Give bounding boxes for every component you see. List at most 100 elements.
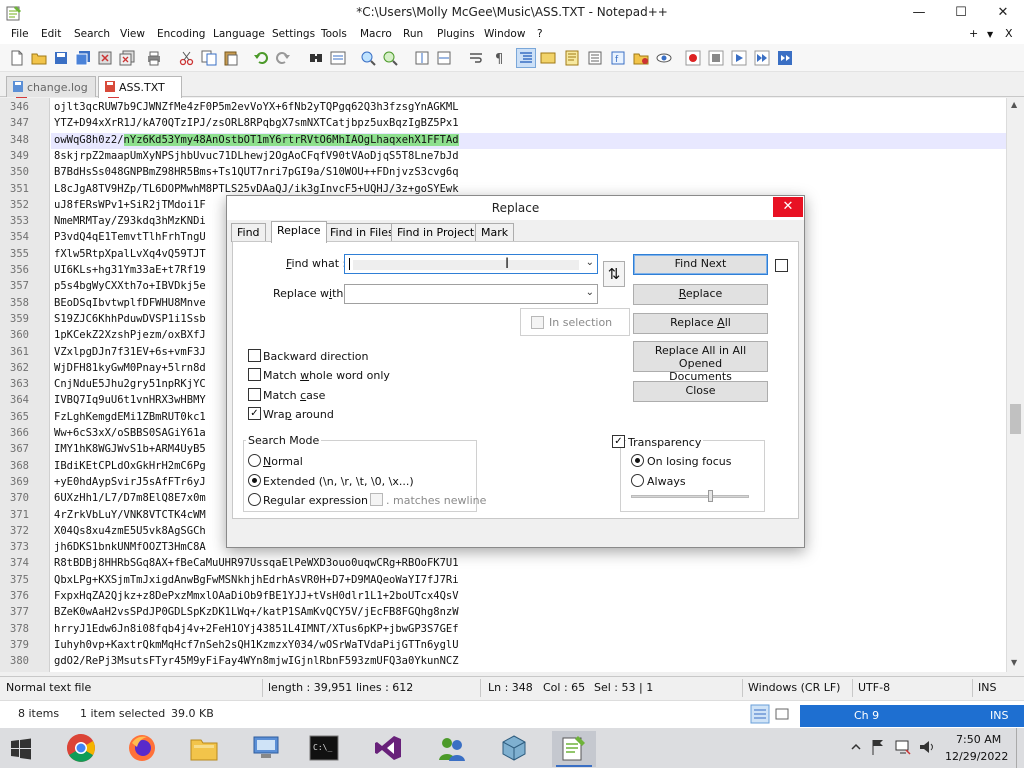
code-line[interactable]: Iuhyh0vp+KaxtrQkmMqHcf7nSeh2sQH1KzmzxY03…	[54, 639, 459, 651]
stop-macro-icon[interactable]	[707, 49, 725, 67]
code-line[interactable]: FxpxHqZA2Qjkz+z8DePxzMmxlOAaDiOb9fBE1YJJ…	[54, 590, 459, 602]
code-line[interactable]: 6UXzHh1/L7/D7m8ElQ8E7x0m	[54, 492, 206, 504]
word-wrap-icon[interactable]	[467, 49, 485, 67]
match-whole-word-label[interactable]: Match whole word only	[263, 369, 390, 382]
doc-list-icon[interactable]	[586, 49, 604, 67]
on-losing-focus-radio[interactable]	[631, 454, 644, 467]
find-replace-icon[interactable]	[329, 49, 347, 67]
code-line[interactable]: IVBQ7Iq9uU6t1vnHRX3wHBMY	[54, 394, 206, 406]
file-explorer-taskbar-icon[interactable]	[182, 731, 226, 767]
code-line[interactable]: BZeK0wAaH2vsSPdJP0GDLSpKzDK1LWq+/katP1SA…	[54, 606, 459, 618]
code-line[interactable]: owWqG8h0z2/nYz6Kd53Ymy48AnOstbOT1mY6rtrR…	[54, 133, 459, 146]
dropdown-arrow-icon[interactable]: ⌄	[586, 257, 594, 268]
notepadpp-taskbar-icon[interactable]	[552, 731, 596, 767]
match-case-label[interactable]: Match case	[263, 389, 325, 402]
code-line[interactable]: FzLghKemgdEMi1ZBmRUT0kc1	[54, 411, 206, 423]
transparency-slider-track[interactable]	[631, 495, 749, 498]
redo-icon[interactable]	[274, 49, 292, 67]
menu-plus-button[interactable]: +	[969, 27, 978, 40]
find-what-combo[interactable]: I ⌄	[344, 254, 598, 274]
code-line[interactable]: QbxLPg+KXSjmTmJxigdAnwBgFwMSNkhjhEdrhAsV…	[54, 574, 459, 586]
maximize-button[interactable]: ☐	[940, 0, 982, 26]
chrome-taskbar-icon[interactable]	[58, 731, 102, 767]
replace-all-button[interactable]: Replace All	[633, 313, 768, 334]
menu-list-button[interactable]: ▼	[987, 30, 993, 39]
monitoring-icon[interactable]	[655, 49, 673, 67]
tab-mark[interactable]: Mark	[475, 223, 515, 242]
transparency-checkbox[interactable]: ✓	[612, 435, 625, 448]
windows-start-icon[interactable]	[10, 738, 32, 760]
scroll-up-icon[interactable]: ▲	[1011, 100, 1017, 109]
match-case-checkbox[interactable]	[248, 388, 261, 401]
command-prompt-taskbar-icon[interactable]: C:\_	[302, 731, 346, 767]
dialog-close-button[interactable]: ✕	[773, 197, 803, 217]
code-line[interactable]: IBdiKEtCPLdOxGkHrH2mC6Pg	[54, 460, 206, 472]
show-all-chars-icon[interactable]: ¶	[490, 49, 508, 67]
menu-run[interactable]: Run	[403, 28, 423, 40]
normal-label[interactable]: Normal	[263, 455, 303, 468]
wrap-around-label[interactable]: Wrap around	[263, 408, 334, 421]
scroll-down-icon[interactable]: ▼	[1011, 658, 1017, 667]
code-line[interactable]: R8tBDBj8HHRbSGq8AX+fBeCaMuUHR97UssqaElPe…	[54, 557, 459, 569]
transparency-slider-thumb[interactable]	[708, 490, 714, 502]
menu-search[interactable]: Search	[74, 28, 110, 40]
save-macro-icon[interactable]	[776, 49, 794, 67]
clock-date[interactable]: 12/29/2022	[945, 750, 1008, 763]
regex-radio[interactable]	[248, 493, 261, 506]
code-line[interactable]: 1pKCekZ2XzshPjezm/oxBXfJ	[54, 329, 206, 341]
show-desktop-button[interactable]	[1016, 728, 1024, 768]
details-view-icon[interactable]	[750, 704, 770, 724]
code-line[interactable]: IMY1hK8WGJWvS1b+ARM4UyB5	[54, 443, 206, 455]
code-line[interactable]: fXlw5RtpXpalLvXq4vQ59TJT	[54, 248, 206, 260]
tab-find[interactable]: Find	[231, 223, 266, 242]
code-line[interactable]: uJ8fERsWPv1+SiR2jTMdoi1F	[54, 199, 206, 211]
replace-with-combo[interactable]: ⌄	[344, 284, 598, 304]
cut-icon[interactable]	[178, 49, 196, 67]
code-line[interactable]: fFcyoY+zdterHpBcv3Wb7raCpKHmasdmHCZOpNB8…	[54, 672, 459, 673]
paste-icon[interactable]	[222, 49, 240, 67]
menu-close-doc-button[interactable]: X	[1005, 27, 1013, 40]
menu-edit[interactable]: Edit	[41, 28, 61, 40]
code-line[interactable]: 4rZrkVbLuY/VNK8VTCTK4cWM	[54, 509, 206, 521]
menu-macro[interactable]: Macro	[360, 28, 392, 40]
close-button[interactable]: Close	[633, 381, 768, 402]
find-next-button[interactable]: Find Next	[633, 254, 768, 275]
tab-replace[interactable]: Replace	[271, 221, 327, 243]
folder-workspace-icon[interactable]	[632, 49, 650, 67]
scrollbar-thumb[interactable]	[1010, 404, 1021, 434]
remote-desktop-taskbar-icon[interactable]	[244, 731, 288, 767]
save-all-icon[interactable]	[74, 49, 92, 67]
close-all-icon[interactable]	[118, 49, 136, 67]
doc-map-icon[interactable]	[563, 49, 581, 67]
indent-guide-icon[interactable]	[516, 48, 536, 68]
function-list-icon[interactable]: f	[609, 49, 627, 67]
code-line[interactable]: WjDFH81kyGwM0Pnay+5lrn8d	[54, 362, 206, 374]
menu-settings[interactable]: Settings	[272, 28, 315, 40]
code-line[interactable]: gdO2/RePj3MsutsFTyr45M9yFiFay4WYn8mjwIGj…	[54, 655, 459, 667]
code-line[interactable]: S19ZJC6KhhPduwDVSP1i1Ssb	[54, 313, 206, 325]
network-icon[interactable]	[894, 738, 912, 756]
zoom-in-icon[interactable]	[359, 49, 377, 67]
code-line[interactable]: YTZ+D94xXrR1J/kA70QTzIPJ/zsORL8RPqbgX7sm…	[54, 117, 459, 129]
package-manager-taskbar-icon[interactable]	[492, 731, 536, 767]
normal-radio[interactable]	[248, 454, 261, 467]
close-window-button[interactable]: ✕	[982, 0, 1024, 26]
sync-vertical-icon[interactable]	[413, 49, 431, 67]
visual-studio-taskbar-icon[interactable]	[366, 731, 410, 767]
tab-find-in-files[interactable]: Find in Files	[324, 223, 400, 242]
tab-ass-txt[interactable]: ASS.TXT✕	[98, 76, 182, 108]
regex-label[interactable]: Regular expression	[263, 494, 368, 507]
code-line[interactable]: +yE0hdAypSvirJ5sAfFTr6yJ	[54, 476, 206, 488]
backward-direction-checkbox[interactable]	[248, 349, 261, 362]
tab-change-log[interactable]: change.log✕	[6, 76, 96, 108]
flag-icon[interactable]	[870, 738, 886, 756]
code-line[interactable]: jh6DKS1bnkUNMfOOZT3HmC8A	[54, 541, 206, 553]
code-line[interactable]: UI6KLs+hg31Ym33aE+t7Rf19	[54, 264, 206, 276]
in-selection-checkbox[interactable]	[531, 316, 544, 329]
menu-file[interactable]: File	[11, 28, 29, 40]
menu-tools[interactable]: Tools	[321, 28, 347, 40]
code-line[interactable]: 8skjrpZ2maapUmXyNPSjhbUvuc71DLhewj2OgAoC…	[54, 150, 459, 162]
wrap-around-checkbox[interactable]: ✓	[248, 407, 261, 420]
code-line[interactable]: NmeMRMTay/Z93kdq3hMzKNDi	[54, 215, 206, 227]
volume-icon[interactable]	[918, 738, 936, 756]
